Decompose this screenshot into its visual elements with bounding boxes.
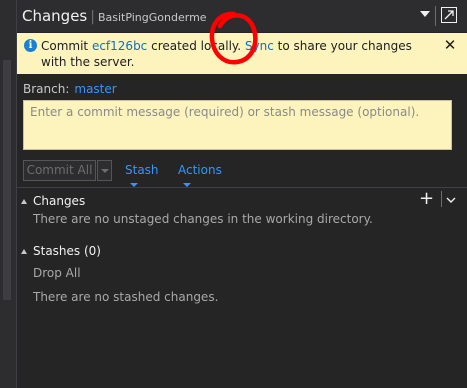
sync-link[interactable]: Sync — [245, 39, 274, 53]
info-icon: i — [24, 39, 37, 52]
chevron-down-icon — [183, 182, 191, 187]
title-separator: | — [90, 9, 95, 25]
stash-label: Stash — [125, 163, 159, 177]
chevron-down-icon — [130, 182, 138, 187]
title-label: Changes — [22, 7, 88, 25]
actions-label: Actions — [178, 163, 222, 177]
info-message: Commit ecf126bc created locally. Sync to… — [41, 38, 421, 70]
left-scroll-rail — [0, 0, 17, 388]
changes-empty-message: There are no unstaged changes in the wor… — [33, 212, 373, 226]
changes-section-header[interactable]: Changes — [21, 194, 85, 208]
repo-name: BasitPingGonderme — [97, 11, 207, 24]
commit-hash-link[interactable]: ecf126bc — [92, 39, 147, 53]
branch-link[interactable]: master — [74, 82, 116, 96]
more-options-icon[interactable] — [446, 195, 456, 205]
collapse-triangle-icon — [21, 249, 27, 254]
stashes-header-label: Stashes (0) — [33, 244, 101, 258]
close-icon[interactable]: ✕ — [442, 37, 458, 53]
changes-header-label: Changes — [33, 194, 86, 208]
section-divider — [17, 187, 467, 188]
stashes-section-header[interactable]: Stashes (0) — [21, 244, 101, 258]
commit-all-button[interactable]: Commit All — [23, 160, 96, 181]
commit-all-dropdown[interactable] — [97, 160, 112, 181]
scrollbar-thumb[interactable] — [3, 60, 11, 300]
stashes-empty-message: There are no stashed changes. — [33, 290, 219, 304]
info-bar: i Commit ecf126bc created locally. Sync … — [17, 33, 467, 74]
drop-all-link[interactable]: Drop All — [33, 266, 81, 280]
branch-row: Branch: master — [23, 82, 117, 96]
popout-icon[interactable] — [440, 6, 458, 24]
title-divider — [435, 6, 436, 26]
team-explorer-changes-panel: Changes | BasitPingGonderme i Commit ecf12… — [17, 0, 467, 388]
collapse-triangle-icon — [21, 199, 27, 204]
info-middle: created locally. — [147, 39, 245, 53]
add-icon[interactable]: + — [419, 190, 434, 208]
info-prefix: Commit — [41, 39, 92, 53]
chevron-down-icon[interactable] — [420, 11, 430, 17]
commit-message-input[interactable] — [23, 100, 452, 150]
title-bar: Changes | BasitPingGonderme — [17, 0, 467, 32]
branch-label: Branch: — [23, 82, 70, 96]
page-title: Changes | BasitPingGonderme — [22, 7, 207, 25]
toolbar-divider — [441, 191, 442, 207]
